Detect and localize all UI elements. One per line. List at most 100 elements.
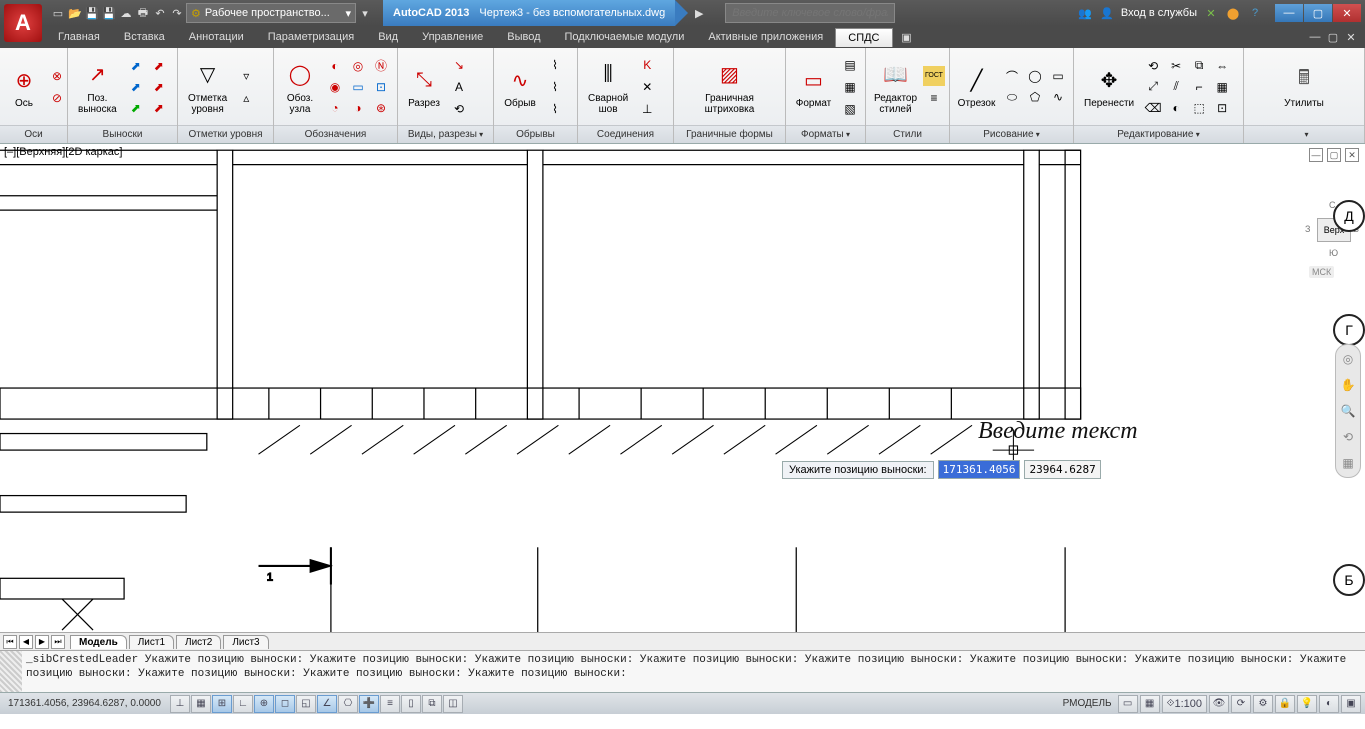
vw1-icon[interactable]: ↘: [448, 55, 470, 75]
exchange-icon[interactable]: ✕: [1203, 5, 1219, 21]
ed12-icon[interactable]: ⊡: [1211, 98, 1233, 118]
plot-icon[interactable]: 🖶: [135, 5, 151, 21]
ld-5-icon[interactable]: ⬈: [125, 98, 147, 118]
nav-disc-d[interactable]: Д: [1333, 200, 1365, 232]
dr5-icon[interactable]: ⬠: [1024, 87, 1046, 107]
utilities-button[interactable]: 🖩Утилиты: [1278, 62, 1330, 111]
jn2-icon[interactable]: ✕: [636, 77, 658, 97]
sb-sc-icon[interactable]: ◫: [443, 695, 463, 713]
menu-spds[interactable]: СПДС: [835, 28, 892, 47]
dr3-icon[interactable]: ▭: [1047, 66, 1069, 86]
sb-snap-icon[interactable]: ▦: [191, 695, 211, 713]
sb-ws-icon[interactable]: ⚙: [1253, 695, 1273, 713]
sb-infer-icon[interactable]: ⊥: [170, 695, 190, 713]
mk9-icon[interactable]: ⊛: [370, 98, 392, 118]
axis-sm1-icon[interactable]: ⊗: [46, 66, 68, 86]
panel-views[interactable]: Виды, разрезы: [398, 125, 493, 143]
dr2-icon[interactable]: ◯: [1024, 66, 1046, 86]
ed5-icon[interactable]: ⤢: [1142, 77, 1164, 97]
doc-close-icon[interactable]: ✕: [1343, 29, 1359, 45]
cmd-grip[interactable]: [0, 651, 22, 692]
panel-bound[interactable]: Граничные формы: [674, 125, 785, 143]
nav-showmotion-icon[interactable]: ▦: [1338, 453, 1358, 473]
sb-isolate-icon[interactable]: ◐: [1319, 695, 1339, 713]
sb-3dosnap-icon[interactable]: ◱: [296, 695, 316, 713]
sb-grid-icon[interactable]: ⊞: [212, 695, 232, 713]
sb-annoscale-icon[interactable]: ⟐ 1:100: [1162, 695, 1207, 713]
mk1-icon[interactable]: ◐: [324, 56, 346, 76]
nav-orbit-icon[interactable]: ⟲: [1338, 427, 1358, 447]
leader-button[interactable]: ↗Поз. выноска: [72, 57, 123, 117]
menu-home[interactable]: Главная: [46, 28, 112, 46]
ed4-icon[interactable]: ⇔: [1211, 56, 1233, 76]
infocenter-icon[interactable]: 👥: [1077, 5, 1093, 21]
sb-qp-icon[interactable]: ⧉: [422, 695, 442, 713]
section-button[interactable]: ⤡Разрез: [402, 62, 446, 111]
ed1-icon[interactable]: ⟲: [1142, 56, 1164, 76]
menu-manage[interactable]: Управление: [410, 28, 495, 46]
doc-restore-icon[interactable]: ▢: [1325, 29, 1341, 45]
sb-hardware-icon[interactable]: 💡: [1297, 695, 1317, 713]
undo-icon[interactable]: ↶: [152, 5, 168, 21]
status-model[interactable]: РМОДЕЛЬ: [1059, 698, 1116, 709]
tab-sheet2[interactable]: Лист2: [176, 635, 221, 649]
workspace-combo[interactable]: ⚙ Рабочее пространство... ▾: [186, 3, 356, 23]
panel-marks[interactable]: Обозначения: [274, 125, 397, 143]
tab-model[interactable]: Модель: [70, 635, 127, 649]
move-button[interactable]: ✥Перенести: [1078, 62, 1140, 111]
sb-otrack-icon[interactable]: ∠: [317, 695, 337, 713]
ed7-icon[interactable]: ⌐: [1188, 77, 1210, 97]
dr1-icon[interactable]: ⌒: [1001, 66, 1023, 86]
open-icon[interactable]: 📂: [67, 5, 83, 21]
tab-sheet3[interactable]: Лист3: [223, 635, 268, 649]
qat-dropdown-icon[interactable]: ▾: [357, 5, 373, 21]
sb-dyn-icon[interactable]: ➕: [359, 695, 379, 713]
close-button[interactable]: ✕: [1333, 4, 1361, 22]
nav-disc-g[interactable]: Г: [1333, 314, 1365, 346]
app-menu-button[interactable]: A: [4, 4, 42, 42]
panel-joints[interactable]: Соединения: [578, 125, 673, 143]
br1-icon[interactable]: ⌇: [544, 55, 566, 75]
ed3-icon[interactable]: ⧉: [1188, 56, 1210, 76]
fm2-icon[interactable]: ▦: [839, 77, 861, 97]
st2-icon[interactable]: ≡: [923, 88, 945, 108]
jn1-icon[interactable]: K: [636, 55, 658, 75]
sb-ducs-icon[interactable]: ⎔: [338, 695, 358, 713]
ed9-icon[interactable]: ⌫: [1142, 98, 1164, 118]
signin-label[interactable]: Вход в службы: [1121, 7, 1197, 19]
hatch-button[interactable]: ▨Граничная штриховка: [699, 57, 761, 117]
fm3-icon[interactable]: ▧: [839, 99, 861, 119]
mk8-icon[interactable]: ◑: [347, 98, 369, 118]
menu-annotate[interactable]: Аннотации: [177, 28, 256, 46]
dr4-icon[interactable]: ⬭: [1001, 87, 1023, 107]
ld-4-icon[interactable]: ⬈: [148, 77, 170, 97]
vw3-icon[interactable]: ⟲: [448, 99, 470, 119]
panel-formats[interactable]: Форматы: [786, 125, 865, 143]
new-icon[interactable]: ▭: [50, 5, 66, 21]
sb-osnap-icon[interactable]: ◻: [275, 695, 295, 713]
sb-annosync-icon[interactable]: ⟳: [1231, 695, 1251, 713]
ed8-icon[interactable]: ▦: [1211, 77, 1233, 97]
tab-last-icon[interactable]: ⏭: [51, 635, 65, 649]
ed11-icon[interactable]: ⬚: [1188, 98, 1210, 118]
sb-lock-icon[interactable]: 🔒: [1275, 695, 1295, 713]
save-icon[interactable]: 💾: [84, 5, 100, 21]
ld-2-icon[interactable]: ⬈: [148, 56, 170, 76]
dr6-icon[interactable]: ∿: [1047, 87, 1069, 107]
sb-ortho-icon[interactable]: ∟: [233, 695, 253, 713]
tab-play-icon[interactable]: ▶: [691, 5, 707, 21]
redo-icon[interactable]: ↷: [169, 5, 185, 21]
menu-apps[interactable]: Активные приложения: [696, 28, 835, 46]
level-button[interactable]: ▽Отметка уровня: [182, 57, 233, 117]
cloud-icon[interactable]: ☁: [118, 5, 134, 21]
nav-zoom-icon[interactable]: 🔍: [1338, 401, 1358, 421]
sb-clean-icon[interactable]: ▣: [1341, 695, 1361, 713]
br2-icon[interactable]: ⌇: [544, 77, 566, 97]
mk7-icon[interactable]: ◔: [324, 98, 346, 118]
menu-view[interactable]: Вид: [366, 28, 410, 46]
status-coords[interactable]: 171361.4056, 23964.6287, 0.0000: [0, 698, 170, 709]
panel-edit[interactable]: Редактирование: [1074, 125, 1243, 143]
br3-icon[interactable]: ⌇: [544, 99, 566, 119]
ed6-icon[interactable]: ⫽: [1165, 77, 1187, 97]
help-icon[interactable]: ?: [1247, 5, 1263, 21]
